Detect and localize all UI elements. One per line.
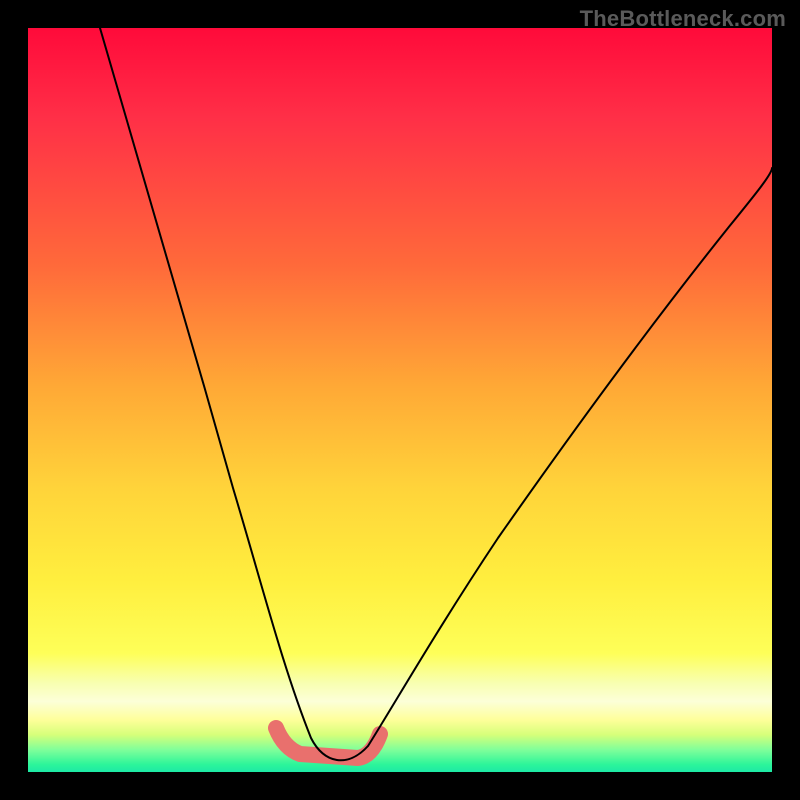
watermark-text: TheBottleneck.com <box>580 6 786 32</box>
bottleneck-curve <box>100 28 772 760</box>
optimal-range-marker <box>276 728 380 758</box>
plot-area <box>28 28 772 772</box>
chart-frame: TheBottleneck.com <box>0 0 800 800</box>
curve-layer <box>28 28 772 772</box>
